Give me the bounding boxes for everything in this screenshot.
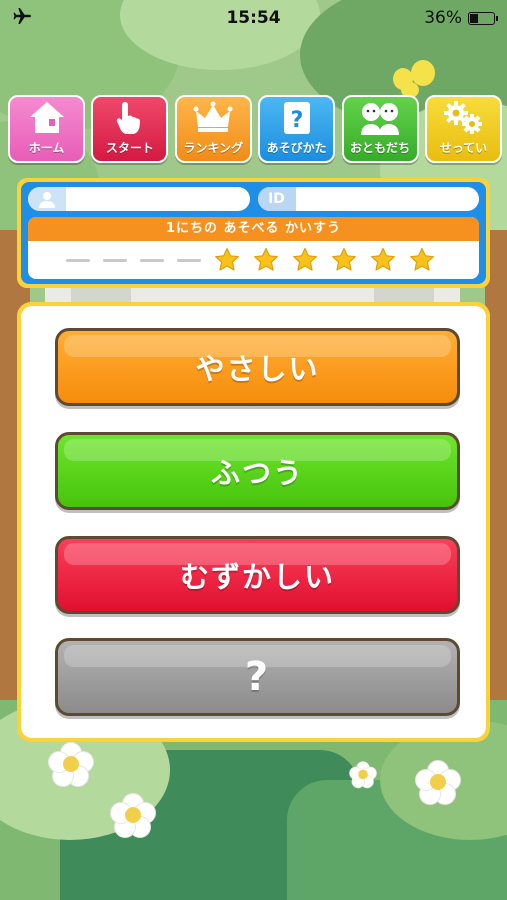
hard-button[interactable]: むずかしい <box>55 536 460 614</box>
ranking-button[interactable]: ランキング <box>174 95 252 163</box>
flower-decoration <box>349 761 377 789</box>
flower-decoration <box>415 760 461 806</box>
top-nav: ホーム スタート ランキング ? あそびかた おともだち せってい <box>8 95 502 163</box>
star-icon <box>215 247 239 271</box>
id-label: ID <box>257 187 296 211</box>
user-icon <box>28 187 66 211</box>
star-icon <box>332 247 356 271</box>
star-icon <box>254 247 278 271</box>
crown-icon <box>193 101 233 132</box>
start-button[interactable]: スタート <box>91 95 169 163</box>
settings-button[interactable]: せってい <box>424 95 502 163</box>
status-bar: 15:54 36% <box>0 0 507 36</box>
used-play-dash <box>140 258 164 262</box>
star-icon <box>410 247 434 271</box>
used-play-dash <box>66 258 90 262</box>
battery-icon <box>468 11 498 25</box>
flower-decoration <box>110 793 156 839</box>
settings-label: せってい <box>439 141 488 155</box>
house-icon <box>29 102 64 133</box>
svg-text:?: ? <box>290 108 303 133</box>
battery-percent: 36% <box>424 8 462 28</box>
daily-plays-box: 1にちの あそべる かいすう <box>28 217 479 279</box>
player-name-field <box>28 187 250 211</box>
used-play-dash <box>177 258 201 262</box>
friends-icon <box>361 103 400 135</box>
how-to-play-button[interactable]: ? あそびかた <box>258 95 336 163</box>
pointing-hand-icon <box>116 102 140 134</box>
player-info-panel: ID 1にちの あそべる かいすう <box>17 178 490 288</box>
star-icon <box>293 247 317 271</box>
ranking-label: ランキング <box>183 141 244 155</box>
used-play-dash <box>103 258 127 262</box>
daily-plays-title: 1にちの あそべる かいすう <box>28 217 479 241</box>
question-icon: ? <box>283 102 310 134</box>
start-label: スタート <box>105 141 154 155</box>
difficulty-panel: やさしい ふつう むずかしい ? <box>17 302 490 742</box>
airplane-mode-icon <box>12 7 32 30</box>
flower-decoration <box>48 742 94 788</box>
player-id-field: ID <box>257 187 479 211</box>
friends-label: おともだち <box>350 141 411 155</box>
daily-plays-indicator <box>28 241 479 279</box>
home-label: ホーム <box>28 141 65 155</box>
butterfly-decoration <box>393 60 435 100</box>
home-button[interactable]: ホーム <box>8 95 85 163</box>
easy-button[interactable]: やさしい <box>55 328 460 406</box>
how-to-play-label: あそびかた <box>266 141 327 155</box>
normal-button[interactable]: ふつう <box>55 432 460 510</box>
friends-button[interactable]: おともだち <box>341 95 419 163</box>
secret-button[interactable]: ? <box>55 638 460 716</box>
gears-icon <box>444 101 483 134</box>
star-icon <box>371 247 395 271</box>
